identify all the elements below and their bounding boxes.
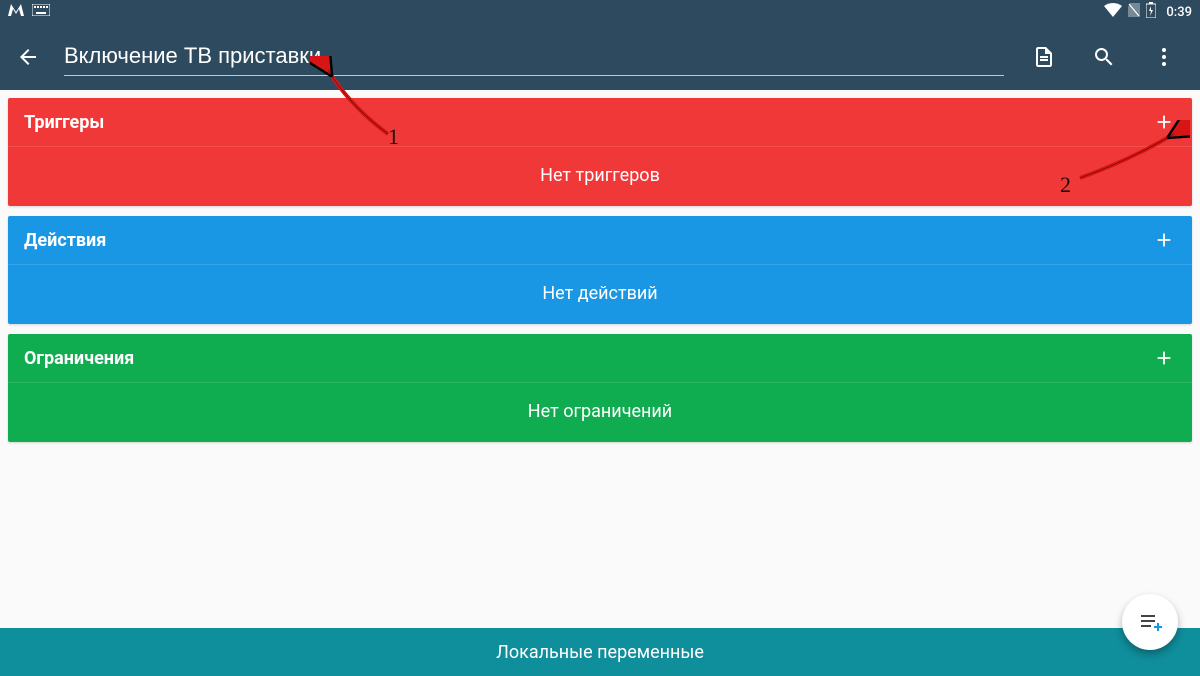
back-button[interactable] bbox=[12, 41, 44, 73]
status-bar: 0:39 bbox=[0, 0, 1200, 24]
app-bar bbox=[0, 24, 1200, 90]
search-button[interactable] bbox=[1084, 37, 1124, 77]
actions-header: Действия bbox=[8, 216, 1192, 265]
actions-title: Действия bbox=[24, 230, 106, 251]
status-m-icon bbox=[8, 4, 24, 20]
status-wifi-icon bbox=[1104, 3, 1122, 21]
triggers-empty-text: Нет триггеров bbox=[8, 147, 1192, 206]
status-time: 0:39 bbox=[1166, 5, 1192, 20]
status-battery-icon bbox=[1146, 2, 1156, 22]
local-variables-bar[interactable]: Локальные переменные bbox=[0, 628, 1200, 676]
add-trigger-button[interactable] bbox=[1152, 110, 1176, 134]
status-keyboard-icon bbox=[32, 4, 50, 20]
constraints-title: Ограничения bbox=[24, 348, 134, 369]
constraints-header: Ограничения bbox=[8, 334, 1192, 383]
add-constraint-button[interactable] bbox=[1152, 346, 1176, 370]
local-variables-label: Локальные переменные bbox=[496, 642, 704, 663]
triggers-title: Триггеры bbox=[24, 112, 104, 133]
constraints-empty-text: Нет ограничений bbox=[8, 383, 1192, 442]
actions-card: Действия Нет действий bbox=[8, 216, 1192, 324]
add-action-button[interactable] bbox=[1152, 228, 1176, 252]
triggers-header: Триггеры bbox=[8, 98, 1192, 147]
overflow-menu-button[interactable] bbox=[1144, 37, 1184, 77]
actions-empty-text: Нет действий bbox=[8, 265, 1192, 324]
notes-button[interactable] bbox=[1024, 37, 1064, 77]
status-nosim-icon bbox=[1128, 3, 1140, 21]
triggers-card: Триггеры Нет триггеров bbox=[8, 98, 1192, 206]
fab-add-button[interactable] bbox=[1122, 594, 1178, 650]
constraints-card: Ограничения Нет ограничений bbox=[8, 334, 1192, 442]
macro-title-input[interactable] bbox=[64, 39, 1004, 76]
content-area: Триггеры Нет триггеров Действия Нет дейс… bbox=[0, 90, 1200, 442]
